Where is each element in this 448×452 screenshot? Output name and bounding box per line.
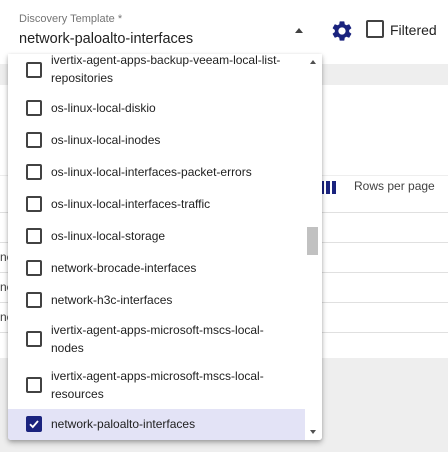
menu-item-selected[interactable]: network-paloalto-interfaces: [8, 409, 305, 440]
menu-item[interactable]: os-linux-local-storage: [8, 220, 305, 252]
scrollbar-thumb[interactable]: [307, 227, 318, 255]
checkbox[interactable]: [26, 100, 42, 116]
menu-item[interactable]: os-linux-local-diskio: [8, 92, 305, 124]
menu-item[interactable]: ivertix-agent-apps-backup-veeam-local-li…: [8, 54, 305, 88]
menu-item-label: network-brocade-interfaces: [51, 261, 197, 275]
menu-item[interactable]: ivertix-agent-apps-microsoft-mscs-local-…: [8, 362, 305, 408]
checkbox[interactable]: [26, 331, 42, 347]
checkbox[interactable]: [26, 377, 42, 393]
filtered-checkbox[interactable]: [366, 20, 384, 38]
menu-item[interactable]: ivertix-agent-apps-microsoft-mscs-local-…: [8, 316, 305, 362]
chevron-up-icon[interactable]: [295, 28, 303, 33]
scroll-up-icon[interactable]: [310, 60, 316, 64]
menu-item-label: os-linux-local-diskio: [51, 101, 156, 115]
checkbox[interactable]: [26, 164, 42, 180]
menu-item[interactable]: network-brocade-interfaces: [8, 252, 305, 284]
menu-item-label: network-h3c-interfaces: [51, 293, 173, 307]
menu-item[interactable]: os-linux-local-inodes: [8, 124, 305, 156]
menu-item-label: os-linux-local-interfaces-packet-errors: [51, 165, 252, 179]
checkbox-checked[interactable]: [26, 416, 42, 432]
checkbox[interactable]: [26, 132, 42, 148]
checkbox[interactable]: [26, 62, 42, 78]
rows-per-page-label: Rows per page: [354, 179, 435, 193]
columns-icon[interactable]: [320, 181, 336, 194]
filtered-label: Filtered: [390, 22, 437, 38]
checkbox[interactable]: [26, 196, 42, 212]
menu-item-label: ivertix-agent-apps-backup-veeam-local-li…: [51, 54, 281, 85]
menu-item-label: os-linux-local-interfaces-traffic: [51, 197, 211, 211]
discovery-template-select[interactable]: Discovery Template * network-paloalto-in…: [10, 6, 322, 54]
menu-item[interactable]: os-linux-local-interfaces-packet-errors: [8, 156, 305, 188]
gear-icon[interactable]: [330, 19, 354, 43]
menu-item-label: ivertix-agent-apps-microsoft-mscs-local-…: [51, 369, 264, 401]
template-dropdown-menu: ivertix-agent-apps-backup-veeam-local-li…: [8, 54, 322, 440]
select-value: network-paloalto-interfaces: [19, 31, 194, 47]
menu-item[interactable]: network-h3c-interfaces: [8, 284, 305, 316]
menu-scrollbar[interactable]: [305, 54, 322, 440]
checkbox[interactable]: [26, 260, 42, 276]
check-icon: [29, 420, 39, 429]
select-label: Discovery Template *: [19, 13, 123, 25]
scroll-down-icon[interactable]: [310, 430, 316, 434]
menu-item[interactable]: os-linux-local-interfaces-traffic: [8, 188, 305, 220]
menu-item-label: os-linux-local-storage: [51, 229, 166, 243]
menu-item-label: ivertix-agent-apps-microsoft-mscs-local-…: [51, 323, 264, 355]
checkbox[interactable]: [26, 292, 42, 308]
checkbox[interactable]: [26, 228, 42, 244]
menu-item-label: network-paloalto-interfaces: [51, 417, 196, 431]
menu-item-label: os-linux-local-inodes: [51, 133, 161, 147]
